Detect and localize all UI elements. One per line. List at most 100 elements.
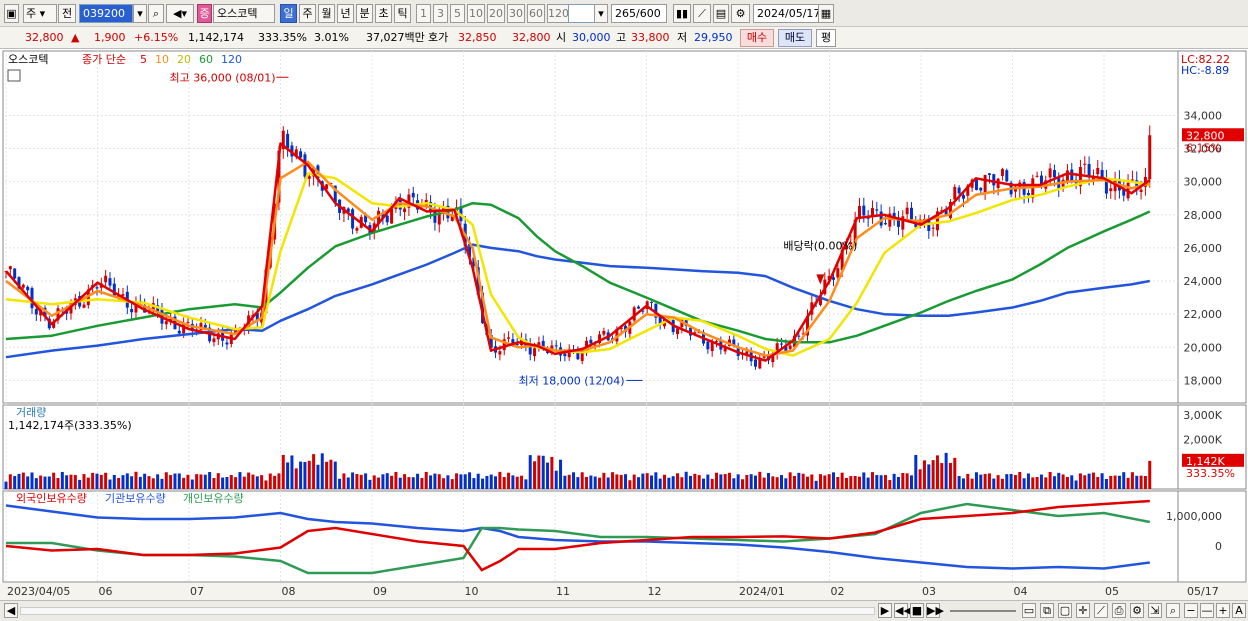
save-icon[interactable]: ▤ [713,4,729,23]
minimize-icon[interactable]: — [1200,603,1214,618]
volume-bar [632,474,636,489]
volume-bar [368,479,372,489]
volume-bar [307,460,311,489]
settings-icon[interactable]: ⚙ [1130,603,1144,618]
minute-tab[interactable]: 120 [547,4,569,23]
stock-code-input[interactable]: 039200 [79,4,133,23]
volume-bar [411,477,415,489]
volume-bar [1139,475,1143,489]
date-tick: 12 [648,585,662,598]
candle-body [1052,170,1056,178]
volume-bar [602,472,606,489]
candle-body [385,215,389,223]
period-tab[interactable]: 주 [299,4,316,23]
search-icon-2[interactable]: ⌕ [1166,603,1180,618]
sell-button[interactable]: 매도 [778,29,812,47]
period-tab[interactable]: 분 [356,4,373,23]
volume-bar [710,478,714,489]
zoom-in-icon[interactable]: + [1216,603,1230,618]
search-icon[interactable]: ⌕ [148,4,164,23]
bar-count[interactable]: 265/600 [611,4,667,23]
minute-tab[interactable]: 10 [467,4,485,23]
minute-tab[interactable]: 60 [527,4,545,23]
ask-price: 32,850 [458,31,497,44]
candle-body [957,187,961,194]
period-tab[interactable]: 틱 [394,4,411,23]
stop-icon[interactable]: ■ [910,603,924,618]
avg-button[interactable]: 평 [816,29,836,47]
minute-tab[interactable]: 30 [507,4,525,23]
buy-button[interactable]: 매수 [740,29,774,47]
horizontal-scrollbar[interactable] [20,607,875,615]
up-arrow-icon: ▲ [71,31,80,44]
print-icon[interactable]: ⎙ [1112,603,1126,618]
window-icon-2[interactable]: ▢ [1058,603,1072,618]
forward-icon[interactable]: ▶▶ [926,603,944,618]
mode-select[interactable]: 주 ▾ [23,4,57,23]
volume-bar [69,474,73,489]
volume-bar [1104,478,1108,489]
date-input[interactable]: 2024/05/17 [753,4,820,23]
volume-bar [1096,476,1100,489]
volume-bar [693,473,697,489]
volume-bar [281,454,285,489]
draw-tool-icon[interactable]: ⟋ [693,4,711,23]
volume-bar [199,474,203,489]
volume-bar [489,474,493,489]
text-size-button[interactable]: A [1232,603,1246,618]
volume-bar [104,472,108,489]
code-dropdown-icon[interactable]: ▾ [133,4,147,23]
volume-bar [788,472,792,489]
minute-tab[interactable]: 20 [487,4,505,23]
volume-bar [260,475,264,489]
scroll-right-icon[interactable]: ▶ [878,603,892,618]
volume-bar [329,459,333,489]
custom-period-dropdown[interactable]: ▾ [594,4,608,23]
period-tab[interactable]: 초 [375,4,392,23]
minute-tab[interactable]: 1 [416,4,431,23]
zoom-out-icon[interactable]: − [1184,603,1198,618]
period-tab[interactable]: 일 [280,4,297,23]
volume-bar [1018,471,1022,489]
window-icon[interactable]: ▣ [4,4,19,23]
volume-bar [316,464,320,489]
date-tick: 2023/04/05 [7,585,70,598]
layout-icon[interactable]: ▭ [1022,603,1036,618]
volume-bar [95,473,99,489]
calendar-icon[interactable]: ▦ [818,4,834,23]
candle-body [931,227,935,229]
scroll-left-icon[interactable]: ◀ [4,603,18,618]
holding-legend-item: 개인보유수량 [183,492,244,505]
minute-tab[interactable]: 3 [433,4,448,23]
volume-bar [1070,475,1074,489]
crosshair-icon[interactable]: ✛ [1076,603,1090,618]
volume-bar [732,478,736,489]
rewind-icon[interactable]: ◀◀ [894,603,912,618]
volume-bar [684,471,688,489]
export-icon[interactable]: ⇲ [1148,603,1162,618]
volume-bar [502,477,506,489]
candle-type-icon[interactable]: ▮▮ [673,4,691,23]
period-tab[interactable]: 월 [318,4,335,23]
volume-bar [680,477,684,489]
copy-icon[interactable]: ⧉ [1040,603,1054,618]
zoom-slider[interactable] [950,610,1016,612]
table-icon[interactable] [7,69,21,82]
volume-bar [779,475,783,489]
gear-icon[interactable]: ⚙ [731,4,750,23]
volume-value: 1,142,174주(333.35%) [8,419,132,432]
minute-tab[interactable]: 5 [450,4,465,23]
price-tick: 30,000 [1184,176,1223,189]
volume-bar [34,478,38,489]
candle-body [883,223,887,225]
volume-bar [221,477,225,489]
low-label: 저 [677,31,688,44]
trend-icon[interactable]: ⟋ [1094,603,1108,618]
speaker-icon[interactable]: ◀▾ [166,4,194,23]
volume-bar [30,472,34,489]
period-tab[interactable]: 년 [337,4,354,23]
volume-bar [676,473,680,489]
prev-button[interactable]: 전 [58,4,76,23]
volume-bar [299,461,303,489]
volume-bar [775,477,779,489]
